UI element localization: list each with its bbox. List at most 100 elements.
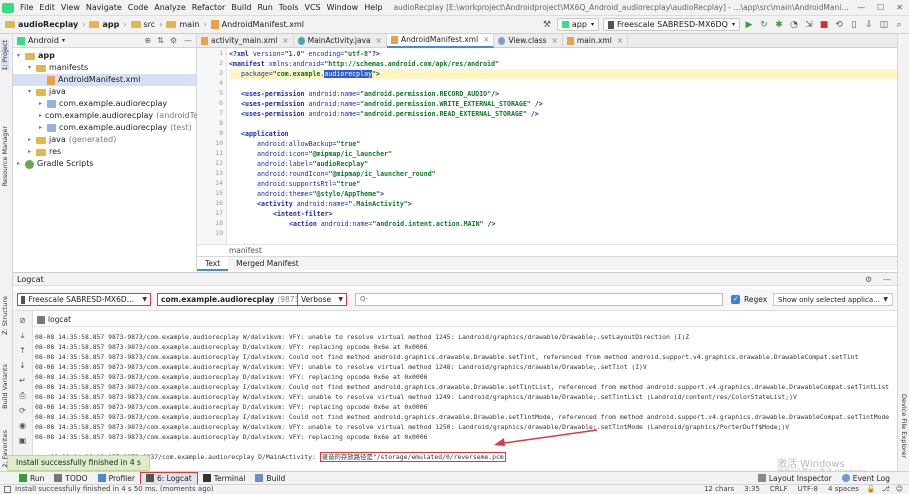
menu-item-window[interactable]: Window xyxy=(324,3,362,12)
menu-item-build[interactable]: Build xyxy=(228,3,254,12)
side-tab-project[interactable]: 1: Project xyxy=(1,40,9,71)
chevron-down-icon[interactable]: ▾ xyxy=(28,62,36,74)
chevron-down-icon[interactable]: ▾ xyxy=(17,50,25,62)
logcat-output[interactable]: 08-08 14:35:58.857 9873-9873/com.example… xyxy=(33,327,897,477)
chevron-down-icon[interactable]: ▾ xyxy=(62,37,65,44)
status-line-separator[interactable]: CRLF xyxy=(765,485,793,494)
minimize-icon[interactable]: — xyxy=(851,3,871,12)
editor-tab[interactable]: activity_main.xml × xyxy=(197,33,294,48)
layout-inspector-icon[interactable]: ◫ xyxy=(878,19,890,31)
code-editor[interactable]: <?xml version="1.0" encoding="utf-8"?> <m… xyxy=(229,48,897,244)
chevron-right-icon[interactable]: ▸ xyxy=(39,98,47,110)
locate-icon[interactable]: ⊕ xyxy=(141,36,154,45)
menu-item-refactor[interactable]: Refactor xyxy=(189,3,229,12)
close-tab-icon[interactable]: × xyxy=(376,36,382,45)
apply-changes-icon[interactable]: ↻ xyxy=(758,19,770,31)
bottom-tab-profiler[interactable]: Profiler xyxy=(93,472,140,485)
logcat-device-select[interactable]: Freescale SABRESD-MX6DQ Andr ▼ xyxy=(17,293,151,306)
tab-merged-manifest[interactable]: Merged Manifest xyxy=(228,257,307,271)
logcat-filter-select[interactable]: Show only selected application ▼ xyxy=(773,293,893,306)
lock-icon[interactable]: 🔓 xyxy=(864,485,879,494)
close-tab-icon[interactable]: × xyxy=(552,36,558,45)
regex-checkbox[interactable]: ✓ Regex xyxy=(731,295,767,304)
logcat-process-select[interactable]: com.example.audiorecplay (9873) ▼ xyxy=(157,293,299,306)
side-tab-resource-manager[interactable]: Resource Manager xyxy=(1,126,9,186)
chevron-right-icon[interactable]: ▸ xyxy=(17,158,25,170)
close-tab-icon[interactable]: × xyxy=(483,35,489,44)
gear-icon[interactable]: ⚙ xyxy=(167,36,180,45)
side-tab-device-file-explorer[interactable]: Device File Explorer xyxy=(900,394,908,458)
chevron-right-icon[interactable]: ▸ xyxy=(39,122,47,134)
scroll-to-end-icon[interactable]: ⤓ xyxy=(17,331,29,341)
menu-item-vcs[interactable]: VCS xyxy=(302,3,324,12)
tree-node[interactable]: ▸ com.example.audiorecplay (test) xyxy=(13,122,196,134)
run-config-select[interactable]: app ▾ xyxy=(556,18,599,31)
menu-item-edit[interactable]: Edit xyxy=(36,3,58,12)
tree-node[interactable]: ▾ java xyxy=(13,86,196,98)
menu-item-code[interactable]: Code xyxy=(125,3,151,12)
tree-node[interactable]: AndroidManifest.xml xyxy=(13,74,196,86)
inspector-icon[interactable]: ☺ xyxy=(893,485,909,494)
tree-node[interactable]: ▸ com.example.audiorecplay (androidTest) xyxy=(13,110,209,122)
breadcrumb-item[interactable]: AndroidManifest.xml xyxy=(209,20,306,29)
chevron-right-icon[interactable]: ▸ xyxy=(39,110,42,122)
event-log-tab[interactable]: Event Log xyxy=(837,472,895,485)
gear-icon[interactable]: ⚙ xyxy=(860,275,877,284)
side-tab-structure[interactable]: Z: Structure xyxy=(1,296,9,335)
logcat-search-input[interactable]: Q- xyxy=(355,293,723,306)
chevron-down-icon[interactable]: ▾ xyxy=(28,86,36,98)
soft-wrap-icon[interactable]: ↵ xyxy=(17,376,29,386)
editor-breadcrumb[interactable]: manifest xyxy=(197,244,897,256)
sdk-manager-icon[interactable]: ⇩ xyxy=(863,19,875,31)
status-indent[interactable]: 4 spaces xyxy=(823,485,864,494)
close-icon[interactable]: ✕ xyxy=(890,3,909,12)
editor-tab[interactable]: AndroidManifest.xml × xyxy=(386,33,495,48)
screenshot-icon[interactable]: ◉ xyxy=(17,421,29,431)
hide-icon[interactable]: — xyxy=(877,275,897,284)
menu-item-navigate[interactable]: Navigate xyxy=(83,3,125,12)
breadcrumb-item[interactable]: main xyxy=(164,20,201,29)
hammer-icon[interactable]: ⚒ xyxy=(541,19,553,31)
git-icon[interactable]: ⎇ xyxy=(879,485,893,494)
bottom-tab-run[interactable]: Run xyxy=(14,472,49,485)
profile-icon[interactable]: ◔ xyxy=(788,19,800,31)
bottom-tab-logcat[interactable]: 6: Logcat xyxy=(139,471,198,485)
project-view-select[interactable]: Android xyxy=(28,36,59,45)
attach-debugger-icon[interactable]: ⇲ xyxy=(803,19,815,31)
tab-text[interactable]: Text xyxy=(197,256,229,271)
log-level-select[interactable]: Verbose ▼ xyxy=(297,293,347,306)
menu-item-file[interactable]: File xyxy=(17,3,36,12)
menu-item-run[interactable]: Run xyxy=(254,3,275,12)
screen-record-icon[interactable]: ▣ xyxy=(17,436,29,446)
chevron-right-icon[interactable]: ▸ xyxy=(28,134,36,146)
down-icon[interactable]: ↓ xyxy=(17,361,29,371)
hide-icon[interactable]: — xyxy=(180,36,196,45)
close-tab-icon[interactable]: × xyxy=(282,36,288,45)
bottom-tab-todo[interactable]: TODO xyxy=(49,472,92,485)
bottom-tab-terminal[interactable]: Terminal xyxy=(198,472,251,485)
tree-node[interactable]: ▾ app xyxy=(13,50,196,62)
layout-inspector-tab[interactable]: Layout Inspector xyxy=(753,472,837,485)
status-encoding[interactable]: UTF-8 xyxy=(793,485,823,494)
editor-tab[interactable]: main.xml × xyxy=(563,33,629,48)
tree-node[interactable]: ▸ java (generated) xyxy=(13,134,196,146)
status-position[interactable]: 3:35 xyxy=(739,485,765,494)
collapse-all-icon[interactable]: ⇅ xyxy=(154,36,167,45)
avd-manager-icon[interactable]: ▯ xyxy=(848,19,860,31)
close-tab-icon[interactable]: × xyxy=(617,36,623,45)
tree-node[interactable]: ▸ com.example.audiorecplay xyxy=(13,98,196,110)
logcat-tab[interactable]: logcat xyxy=(48,315,71,324)
print-icon[interactable]: ⎙ xyxy=(17,391,29,401)
chevron-right-icon[interactable]: ▸ xyxy=(28,146,36,158)
menu-item-tools[interactable]: Tools xyxy=(276,3,302,12)
maximize-icon[interactable]: ☐ xyxy=(871,3,890,12)
breadcrumb-item[interactable]: app xyxy=(87,20,121,29)
sync-icon[interactable]: ⟲ xyxy=(833,19,845,31)
clear-logcat-icon[interactable]: ⊘ xyxy=(17,316,29,326)
breadcrumb-item[interactable]: audioRecplay xyxy=(3,20,80,29)
device-select[interactable]: Freescale SABRESD-MX6DQ ▾ xyxy=(602,18,740,31)
menu-item-help[interactable]: Help xyxy=(361,3,385,12)
menu-item-view[interactable]: View xyxy=(58,3,83,12)
tree-node[interactable]: ▾ manifests xyxy=(13,62,196,74)
up-icon[interactable]: ↑ xyxy=(17,346,29,356)
